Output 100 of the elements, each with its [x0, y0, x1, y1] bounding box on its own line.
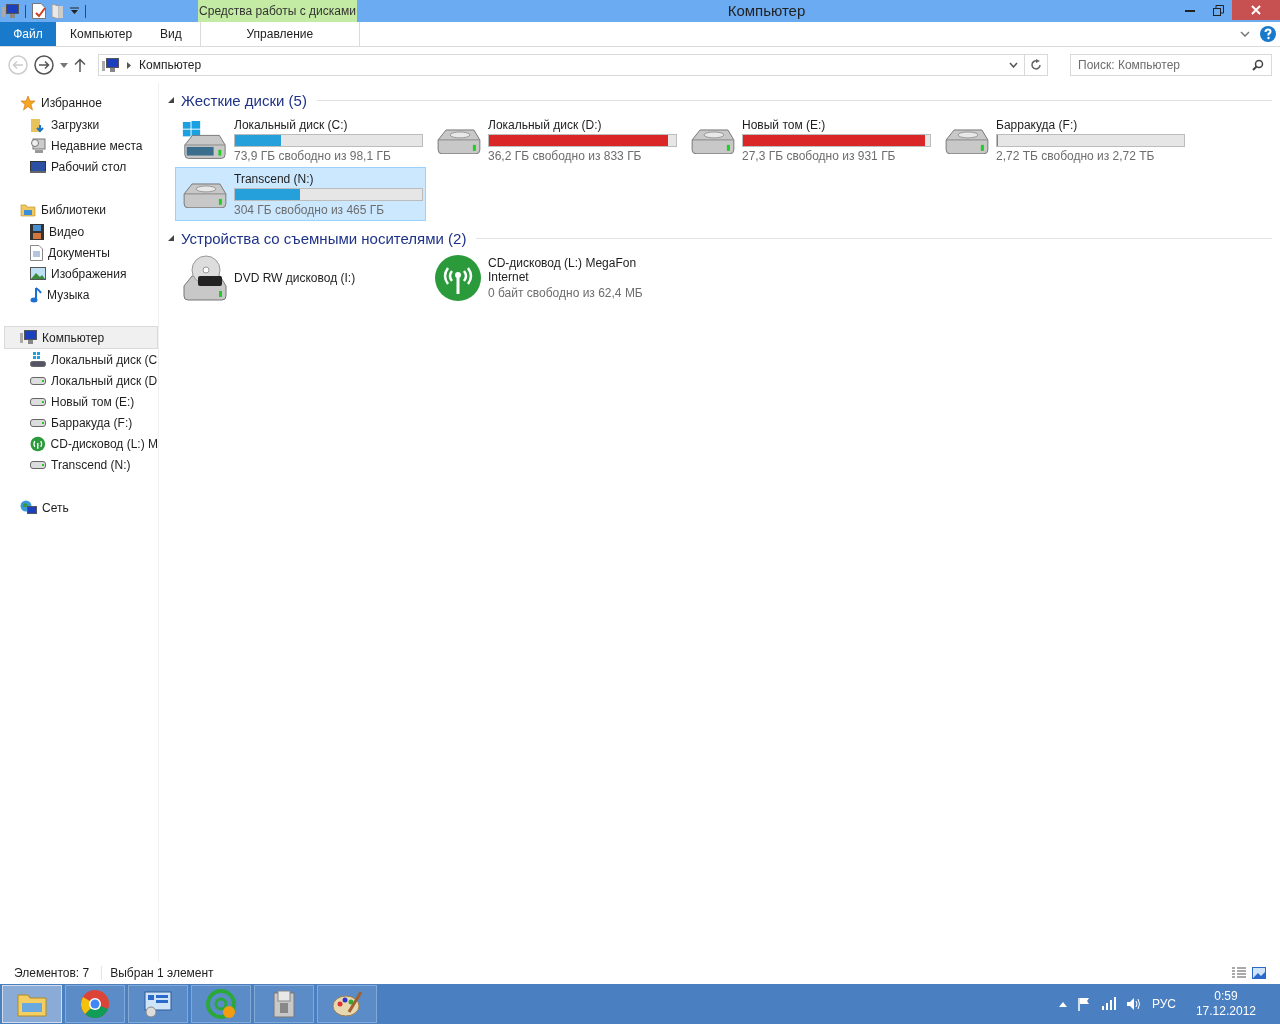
window-title: Компьютер — [726, 1, 807, 21]
refresh-icon[interactable] — [1030, 59, 1042, 71]
computer-icon — [20, 330, 37, 345]
folder-icon — [30, 116, 46, 133]
dvd-drive-icon — [180, 254, 228, 302]
star-icon — [20, 94, 36, 111]
drive-icon — [30, 460, 46, 469]
drive-tile[interactable]: Барракуда (F:) 2,72 ТБ свободно из 2,72 ТБ — [937, 113, 1188, 167]
sidebar-item[interactable]: CD-дисковод (L:) M — [0, 433, 158, 454]
sidebar-item[interactable]: Локальный диск (C — [0, 349, 158, 370]
close-button[interactable] — [1232, 0, 1280, 20]
browser-icon — [80, 989, 110, 1019]
file-tab[interactable]: Файл — [0, 22, 56, 46]
antenna-icon — [30, 435, 46, 452]
recent-places-icon — [30, 137, 46, 154]
drive-name: Барракуда (F:) — [996, 117, 1079, 132]
drive-icon — [30, 418, 46, 427]
details-view-icon[interactable] — [1232, 967, 1246, 979]
network-icon — [20, 499, 37, 516]
drive-tile[interactable]: Новый том (E:) 27,3 ГБ свободно из 931 ГБ — [683, 113, 934, 167]
sidebar-item[interactable]: Библиотеки — [4, 198, 158, 221]
drive-tile[interactable]: Transcend (N:) 304 ГБ свободно из 465 ГБ — [175, 167, 426, 221]
sidebar-item[interactable]: Барракуда (F:) — [0, 412, 158, 433]
drive-tile[interactable]: CD-дисковод (L:) MegaFon Internet 0 байт свободно из 62,4 МБ — [429, 251, 680, 305]
sidebar-item[interactable]: Рабочий стол — [0, 156, 158, 177]
search-icon[interactable] — [1252, 59, 1264, 71]
drive-name: Новый том (E:) — [742, 117, 827, 132]
palette-icon — [332, 990, 362, 1018]
computer-icon — [2, 3, 19, 19]
sidebar-item[interactable]: Избранное — [4, 91, 158, 114]
expand-ribbon-icon[interactable] — [1240, 31, 1250, 37]
drive-name: DVD RW дисковод (I:) — [234, 271, 357, 285]
properties-icon[interactable] — [32, 3, 46, 19]
taskbar-app[interactable] — [128, 985, 188, 1023]
up-arrow-icon[interactable] — [74, 58, 86, 72]
computer-icon — [102, 57, 119, 73]
minimize-icon[interactable] — [1185, 8, 1195, 12]
language-indicator[interactable]: РУС — [1151, 997, 1176, 1011]
ribbon-tab[interactable]: Вид — [146, 22, 196, 46]
taskbar-app[interactable] — [65, 985, 125, 1023]
drive-tile[interactable]: Локальный диск (C:) 73,9 ГБ свободно из 98,1 ГБ — [175, 113, 426, 167]
selection-count: Выбран 1 элемент — [110, 966, 214, 980]
address-bar[interactable]: Компьютер — [98, 54, 1048, 76]
free-space-text: 304 ГБ свободно из 465 ГБ — [234, 202, 386, 217]
breadcrumb-text[interactable]: Компьютер — [139, 58, 202, 72]
flag-icon[interactable] — [1076, 997, 1091, 1011]
sidebar-item[interactable]: Видео — [0, 221, 158, 242]
drive-icon — [30, 376, 46, 385]
sidebar-item[interactable]: Новый том (E:) — [0, 391, 158, 412]
close-icon[interactable] — [1251, 5, 1261, 15]
group-heading: Жесткие диски (5) — [181, 91, 307, 109]
restore-icon[interactable] — [1212, 4, 1224, 16]
dropdown-icon[interactable] — [1008, 62, 1018, 68]
recent-locations-icon[interactable] — [60, 62, 68, 68]
sidebar-item[interactable]: Сеть — [4, 496, 158, 519]
collapse-icon[interactable] — [167, 234, 175, 242]
library-folder-icon — [20, 201, 36, 218]
drive-tile[interactable]: DVD RW дисковод (I:) — [175, 251, 426, 305]
speaker-icon[interactable] — [1125, 997, 1142, 1011]
sidebar-item[interactable]: Компьютер — [4, 326, 158, 349]
collapse-icon[interactable] — [167, 96, 175, 104]
drive-icon — [30, 397, 46, 406]
group-heading: Устройства со съемными носителями (2) — [181, 229, 467, 247]
help-icon[interactable] — [1260, 26, 1276, 42]
sidebar-item[interactable]: Загрузки — [0, 114, 158, 135]
sidebar-item[interactable]: Изображения — [0, 263, 158, 284]
control-panel-icon — [143, 990, 173, 1018]
antenna-icon — [434, 254, 482, 302]
breadcrumb-arrow-icon[interactable] — [127, 61, 131, 69]
desktop-icon — [30, 159, 46, 174]
large-icons-view-icon[interactable] — [1252, 967, 1266, 979]
drive-name: Локальный диск (C:) — [234, 117, 349, 132]
drive-name: Transcend (N:) — [234, 171, 315, 186]
free-space-text: 36,2 ГБ свободно из 833 ГБ — [488, 148, 643, 163]
drive-tile[interactable]: Локальный диск (D:) 36,2 ГБ свободно из 833 ГБ — [429, 113, 680, 167]
signal-icon[interactable] — [1100, 997, 1116, 1011]
context-tab-group: Средства работы с дисками — [198, 0, 357, 22]
free-space-text: 0 байт свободно из 62,4 МБ — [488, 286, 644, 300]
taskbar-app[interactable] — [254, 985, 314, 1023]
folder-icon — [17, 991, 47, 1017]
taskbar-app[interactable] — [317, 985, 377, 1023]
ribbon-tab[interactable]: Компьютер — [56, 22, 147, 46]
sidebar-item[interactable]: Transcend (N:) — [0, 454, 158, 475]
sidebar-item[interactable]: Недавние места — [0, 135, 158, 156]
picture-icon — [30, 267, 46, 280]
dropdown-icon[interactable] — [70, 7, 79, 15]
sidebar-item[interactable]: Музыка — [0, 284, 158, 305]
free-space-text: 73,9 ГБ свободно из 98,1 ГБ — [234, 148, 392, 163]
forward-button[interactable] — [34, 55, 54, 75]
sidebar-item[interactable]: Документы — [0, 242, 158, 263]
clock[interactable]: 0:59 17.12.2012 — [1195, 989, 1256, 1019]
ribbon-tab[interactable]: Управление — [199, 22, 360, 46]
system-drive-icon — [30, 351, 46, 368]
search-field[interactable]: Поиск: Компьютер — [1070, 54, 1272, 76]
music-note-icon — [30, 286, 42, 303]
item-count: Элементов: 7 — [14, 966, 103, 980]
show-hidden-icons-icon[interactable] — [1058, 1001, 1067, 1007]
sidebar-item[interactable]: Локальный диск (D — [0, 370, 158, 391]
free-space-text: 27,3 ГБ свободно из 931 ГБ — [742, 148, 897, 163]
drive-name: CD-дисковод (L:) MegaFon Internet — [488, 256, 638, 284]
